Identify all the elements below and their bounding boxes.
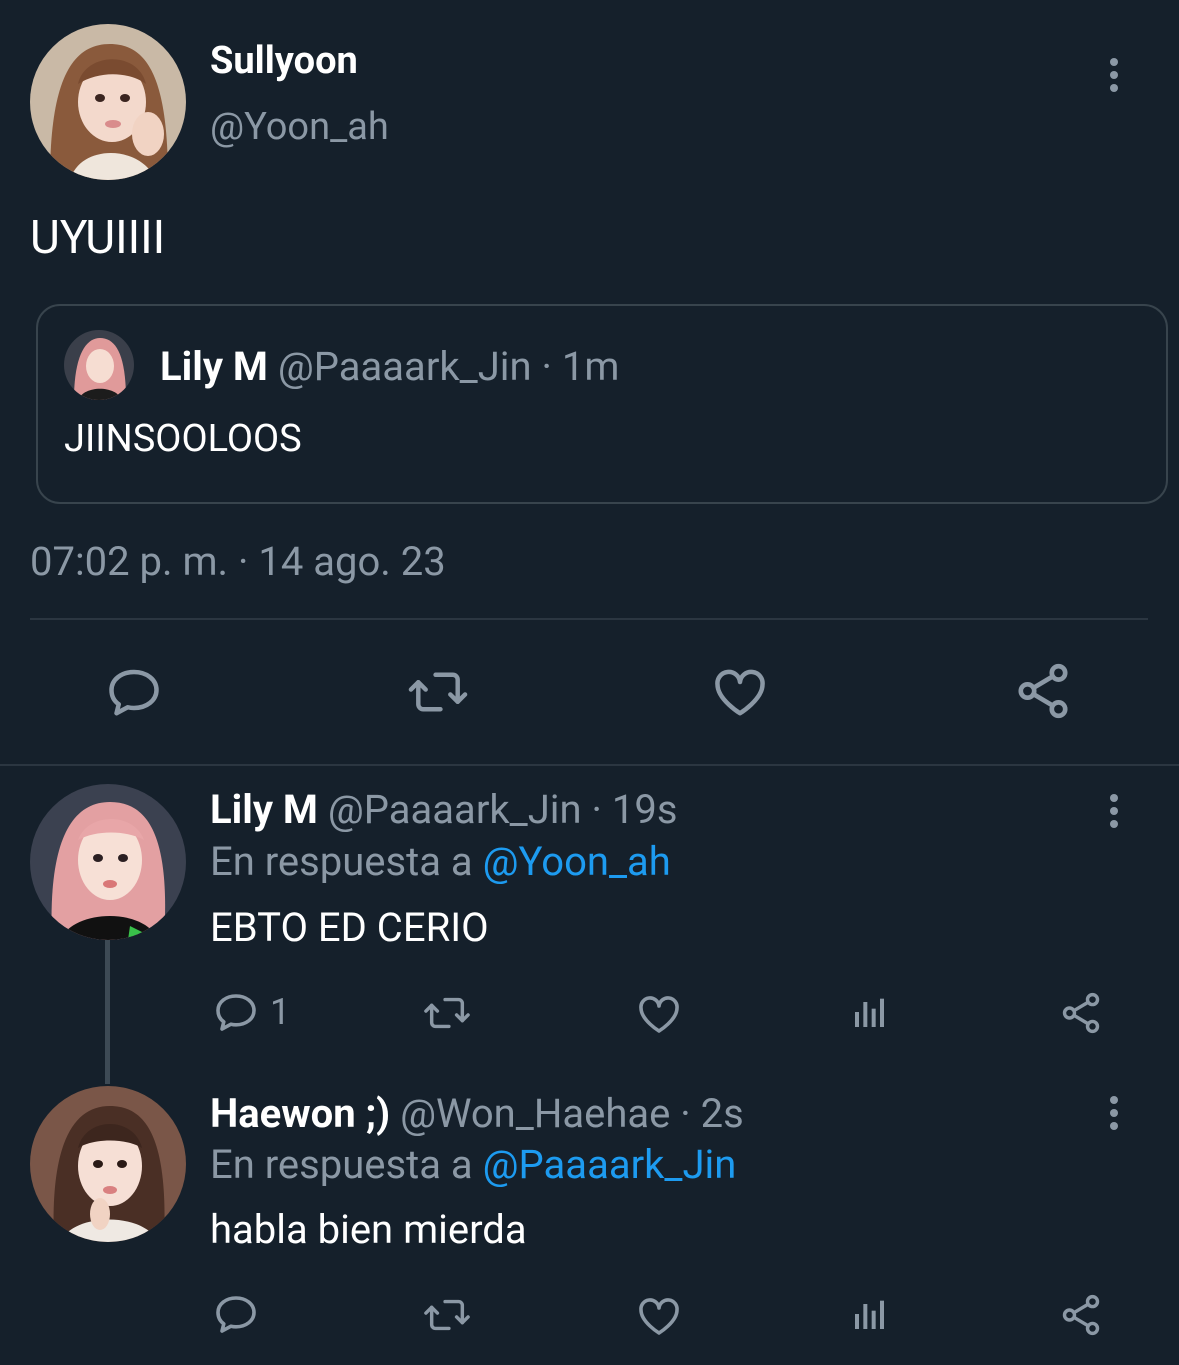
display-name[interactable]: Haewon ;) — [210, 1090, 390, 1137]
tweet-text: UYUIIII — [30, 211, 166, 265]
share-icon[interactable] — [1012, 660, 1074, 722]
more-options-icon[interactable] — [1102, 56, 1126, 96]
avatar[interactable] — [30, 24, 186, 180]
quoted-handle: @Paaaark_Jin — [277, 343, 532, 390]
retweet-icon[interactable] — [406, 662, 470, 722]
reply-icon[interactable] — [212, 1290, 260, 1338]
thread-line — [105, 940, 110, 1084]
tweet-text: habla bien mierda — [210, 1206, 527, 1253]
avatar[interactable] — [30, 1086, 186, 1242]
tweet-time: · 19s — [591, 786, 678, 833]
reply-icon[interactable] — [104, 662, 164, 722]
more-options-icon[interactable] — [1102, 1094, 1126, 1134]
avatar[interactable] — [30, 784, 186, 940]
display-name[interactable]: Lily M — [210, 786, 318, 833]
handle[interactable]: @Yoon_ah — [210, 104, 389, 150]
reply-to-link[interactable]: @Yoon_ah — [483, 838, 671, 885]
handle[interactable]: @Paaaark_Jin — [328, 786, 582, 833]
quoted-time: · 1m — [541, 343, 620, 390]
quoted-avatar — [64, 330, 134, 400]
timestamp[interactable]: 07:02 p. m. · 14 ago. 23 — [30, 538, 446, 586]
tweet-text: EBTO ED CERIO — [210, 904, 489, 951]
divider — [30, 618, 1148, 620]
share-icon[interactable] — [1058, 990, 1104, 1036]
section-divider — [0, 764, 1179, 766]
display-name[interactable]: Sullyoon — [210, 38, 358, 84]
quoted-text: JIINSOOLOOS — [64, 417, 302, 461]
reply-context-label: En respuesta a — [210, 1141, 473, 1188]
more-options-icon[interactable] — [1102, 792, 1126, 832]
share-icon[interactable] — [1058, 1292, 1104, 1338]
reply-to-link[interactable]: @Paaaark_Jin — [483, 1141, 737, 1188]
retweet-icon[interactable] — [420, 990, 474, 1036]
reply-count: 1 — [270, 991, 291, 1033]
tweet-time: · 2s — [680, 1090, 744, 1137]
quoted-display-name: Lily M — [160, 343, 268, 390]
handle[interactable]: @Won_Haehae — [400, 1090, 670, 1137]
analytics-icon[interactable] — [850, 992, 890, 1032]
reply-context-label: En respuesta a — [210, 838, 473, 885]
quoted-tweet-card[interactable] — [36, 304, 1168, 504]
like-icon[interactable] — [634, 1292, 684, 1340]
like-icon[interactable] — [708, 662, 772, 722]
retweet-icon[interactable] — [420, 1292, 474, 1338]
like-icon[interactable] — [634, 990, 684, 1038]
reply-icon[interactable] — [212, 988, 260, 1036]
analytics-icon[interactable] — [850, 1294, 890, 1334]
